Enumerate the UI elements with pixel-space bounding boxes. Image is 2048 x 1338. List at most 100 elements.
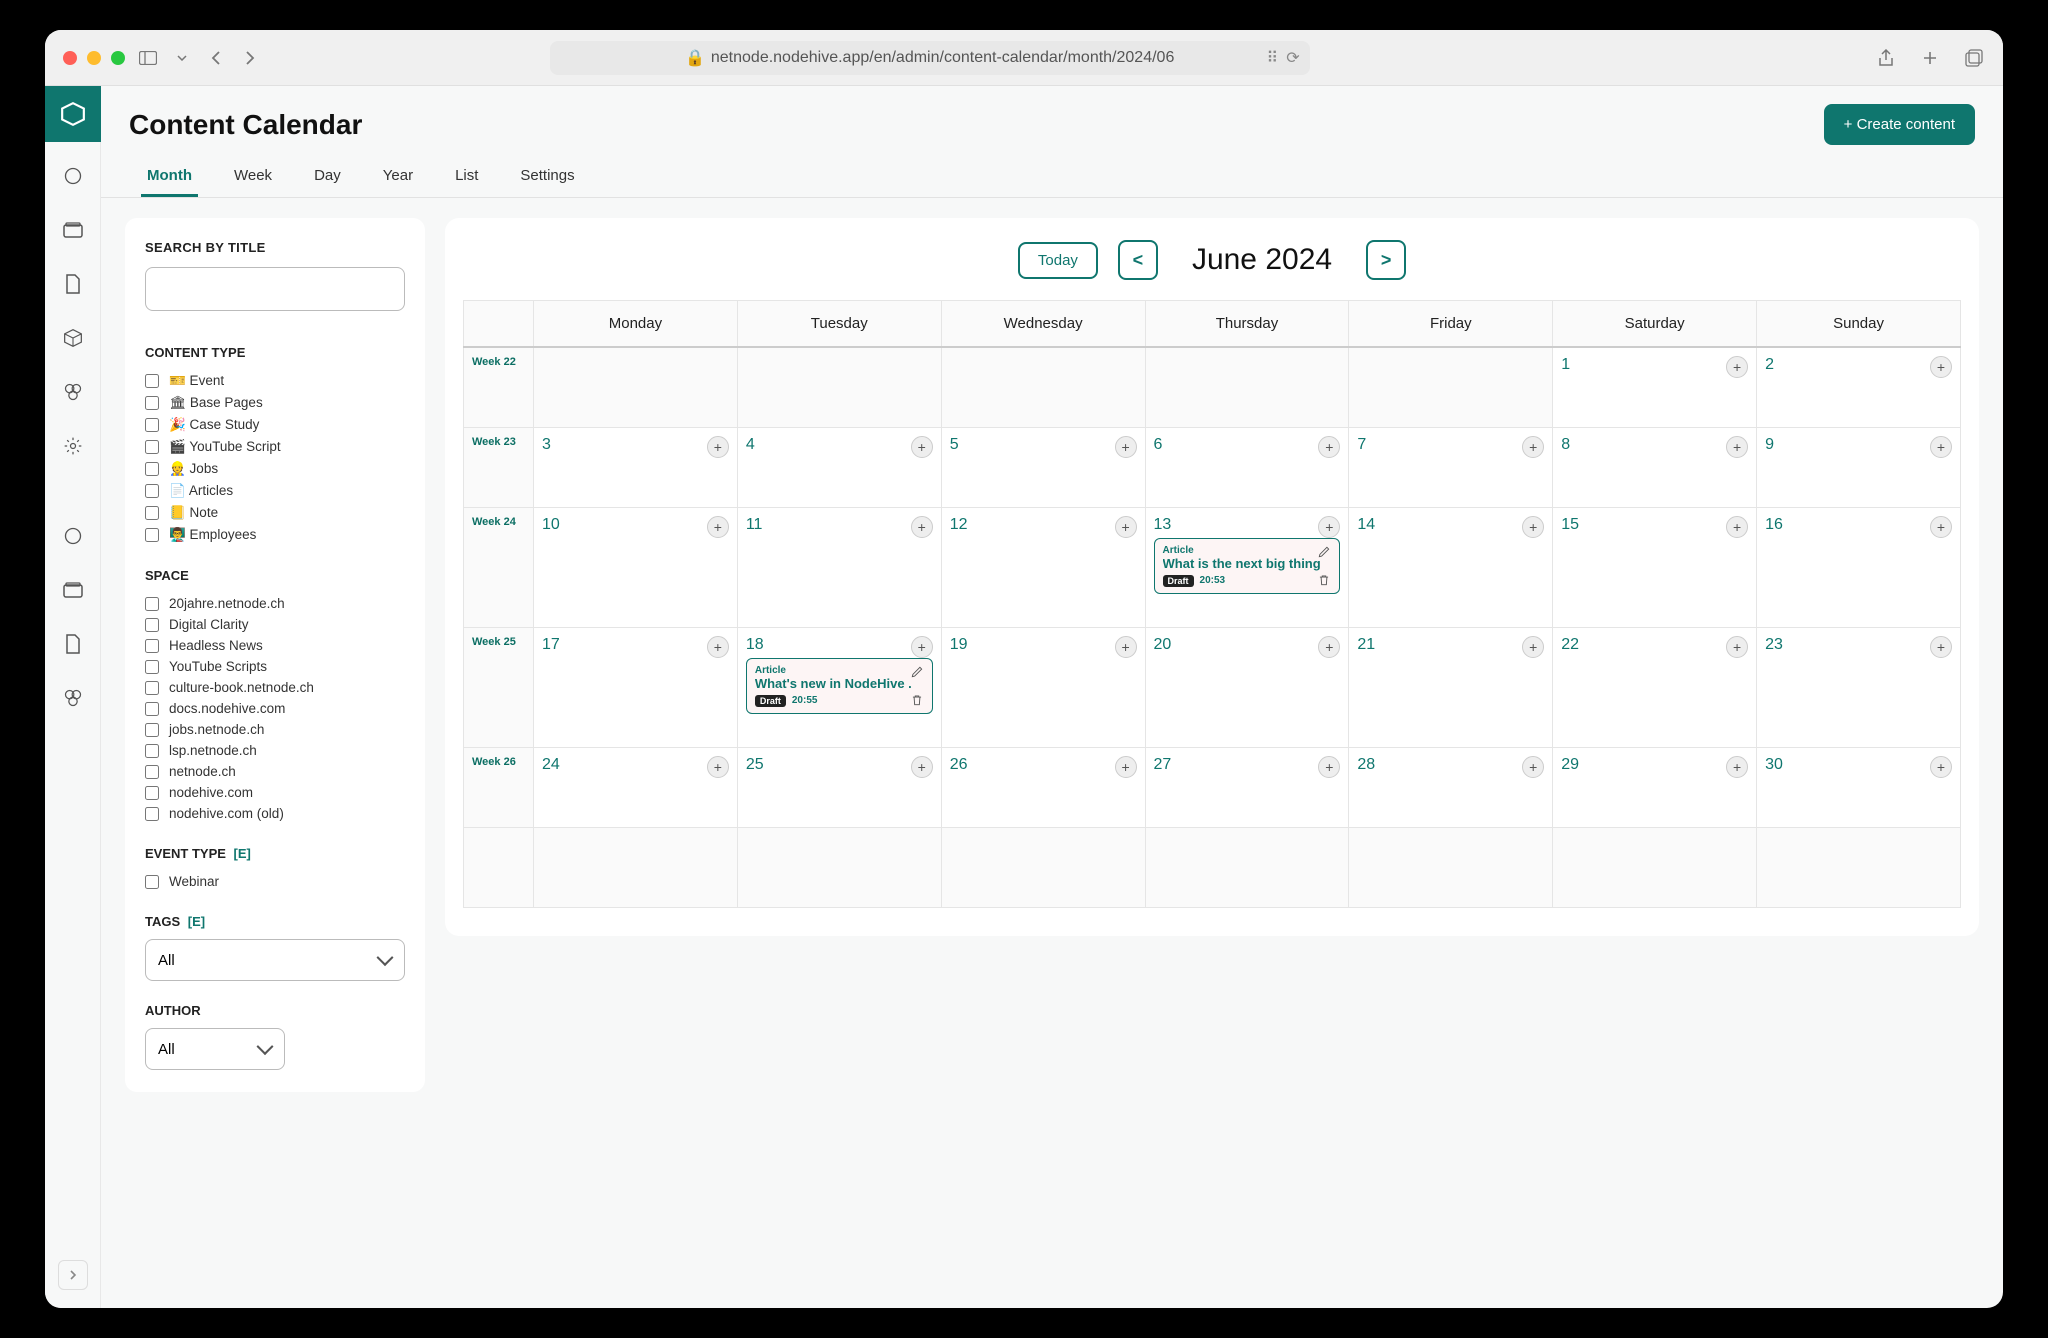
event-type-item[interactable]: Webinar: [145, 871, 405, 892]
calendar-cell[interactable]: 9+: [1757, 427, 1961, 507]
calendar-cell[interactable]: 14+: [1349, 507, 1553, 627]
space-checkbox[interactable]: [145, 681, 159, 695]
space-item[interactable]: docs.nodehive.com: [145, 698, 405, 719]
calendar-cell[interactable]: [1349, 347, 1553, 427]
space-item[interactable]: netnode.ch: [145, 761, 405, 782]
space-item[interactable]: nodehive.com: [145, 782, 405, 803]
add-content-button[interactable]: +: [1726, 516, 1748, 538]
add-content-button[interactable]: +: [1930, 756, 1952, 778]
add-content-button[interactable]: +: [1930, 356, 1952, 378]
add-content-button[interactable]: +: [911, 756, 933, 778]
content-type-item[interactable]: 📒 Note: [145, 502, 405, 524]
new-tab-icon[interactable]: [1919, 47, 1941, 69]
content-type-checkbox[interactable]: [145, 396, 159, 410]
calendar-cell[interactable]: 28+: [1349, 747, 1553, 827]
calendar-cell[interactable]: 21+: [1349, 627, 1553, 747]
space-checkbox[interactable]: [145, 765, 159, 779]
content-type-checkbox[interactable]: [145, 374, 159, 388]
content-type-item[interactable]: 🎬 YouTube Script: [145, 436, 405, 458]
event-card[interactable]: ArticleWhat is the next big thingDraft20…: [1154, 538, 1341, 594]
add-content-button[interactable]: +: [1318, 436, 1340, 458]
today-button[interactable]: Today: [1018, 242, 1098, 279]
add-content-button[interactable]: +: [911, 636, 933, 658]
add-content-button[interactable]: +: [707, 756, 729, 778]
calendar-cell[interactable]: 13+ArticleWhat is the next big thingDraf…: [1145, 507, 1349, 627]
calendar-cell[interactable]: [737, 347, 941, 427]
calendar-cell[interactable]: 2+: [1757, 347, 1961, 427]
prev-month-button[interactable]: <: [1118, 240, 1158, 280]
space-checkbox[interactable]: [145, 660, 159, 674]
add-content-button[interactable]: +: [707, 516, 729, 538]
space-item[interactable]: Headless News: [145, 635, 405, 656]
tabs-icon[interactable]: [1963, 47, 1985, 69]
space-checkbox[interactable]: [145, 807, 159, 821]
space-item[interactable]: culture-book.netnode.ch: [145, 677, 405, 698]
calendar-cell[interactable]: [737, 827, 941, 907]
content-type-checkbox[interactable]: [145, 440, 159, 454]
calendar-cell[interactable]: 25+: [737, 747, 941, 827]
space-checkbox[interactable]: [145, 597, 159, 611]
add-content-button[interactable]: +: [1522, 636, 1544, 658]
rail-cards-icon[interactable]: [53, 210, 93, 250]
add-content-button[interactable]: +: [1522, 756, 1544, 778]
add-content-button[interactable]: +: [1522, 436, 1544, 458]
tab-year[interactable]: Year: [377, 157, 419, 197]
add-content-button[interactable]: +: [1930, 516, 1952, 538]
calendar-cell[interactable]: [1349, 827, 1553, 907]
chevron-down-icon[interactable]: [171, 47, 193, 69]
content-type-checkbox[interactable]: [145, 506, 159, 520]
tags-edit-link[interactable]: [E]: [188, 914, 205, 929]
tab-day[interactable]: Day: [308, 157, 347, 197]
calendar-cell[interactable]: 26+: [941, 747, 1145, 827]
add-content-button[interactable]: +: [1726, 356, 1748, 378]
rail-circles-icon[interactable]: [53, 372, 93, 412]
calendar-cell[interactable]: 19+: [941, 627, 1145, 747]
delete-icon[interactable]: [908, 691, 926, 709]
window-minimize-icon[interactable]: [87, 51, 101, 65]
delete-icon[interactable]: [1315, 571, 1333, 589]
add-content-button[interactable]: +: [1726, 636, 1748, 658]
rail-circle2-icon[interactable]: [53, 516, 93, 556]
calendar-cell[interactable]: 8+: [1553, 427, 1757, 507]
rail-gear-icon[interactable]: [53, 426, 93, 466]
calendar-cell[interactable]: 16+: [1757, 507, 1961, 627]
edit-icon[interactable]: [1315, 543, 1333, 561]
event-type-checkbox[interactable]: [145, 875, 159, 889]
calendar-cell[interactable]: 18+ArticleWhat's new in NodeHive .Draft2…: [737, 627, 941, 747]
event-type-edit-link[interactable]: [E]: [234, 846, 251, 861]
calendar-cell[interactable]: 24+: [534, 747, 738, 827]
rail-cube-icon[interactable]: [53, 318, 93, 358]
add-content-button[interactable]: +: [707, 436, 729, 458]
create-content-button[interactable]: + Create content: [1824, 104, 1975, 145]
calendar-cell[interactable]: [1145, 827, 1349, 907]
calendar-cell[interactable]: [534, 347, 738, 427]
space-checkbox[interactable]: [145, 786, 159, 800]
search-input[interactable]: [145, 267, 405, 311]
content-type-checkbox[interactable]: [145, 528, 159, 542]
space-item[interactable]: lsp.netnode.ch: [145, 740, 405, 761]
calendar-cell[interactable]: 11+: [737, 507, 941, 627]
content-type-item[interactable]: 🎉 Case Study: [145, 414, 405, 436]
event-card[interactable]: ArticleWhat's new in NodeHive .Draft20:5…: [746, 658, 933, 714]
calendar-cell[interactable]: [1553, 827, 1757, 907]
add-content-button[interactable]: +: [707, 636, 729, 658]
calendar-cell[interactable]: [1145, 347, 1349, 427]
space-checkbox[interactable]: [145, 723, 159, 737]
tab-settings[interactable]: Settings: [514, 157, 580, 197]
calendar-cell[interactable]: 23+: [1757, 627, 1961, 747]
rail-dashboard-icon[interactable]: [53, 156, 93, 196]
space-item[interactable]: nodehive.com (old): [145, 803, 405, 824]
address-bar[interactable]: 🔒 netnode.nodehive.app/en/admin/content-…: [550, 41, 1310, 75]
calendar-cell[interactable]: 20+: [1145, 627, 1349, 747]
content-type-item[interactable]: 👨‍🏫 Employees: [145, 524, 405, 546]
add-content-button[interactable]: +: [1115, 436, 1137, 458]
calendar-cell[interactable]: 1+: [1553, 347, 1757, 427]
add-content-button[interactable]: +: [1318, 756, 1340, 778]
space-checkbox[interactable]: [145, 744, 159, 758]
edit-icon[interactable]: [908, 663, 926, 681]
calendar-cell[interactable]: [534, 827, 738, 907]
content-type-item[interactable]: 🏛 Base Pages: [145, 392, 405, 414]
add-content-button[interactable]: +: [1318, 636, 1340, 658]
next-month-button[interactable]: >: [1366, 240, 1406, 280]
add-content-button[interactable]: +: [911, 516, 933, 538]
